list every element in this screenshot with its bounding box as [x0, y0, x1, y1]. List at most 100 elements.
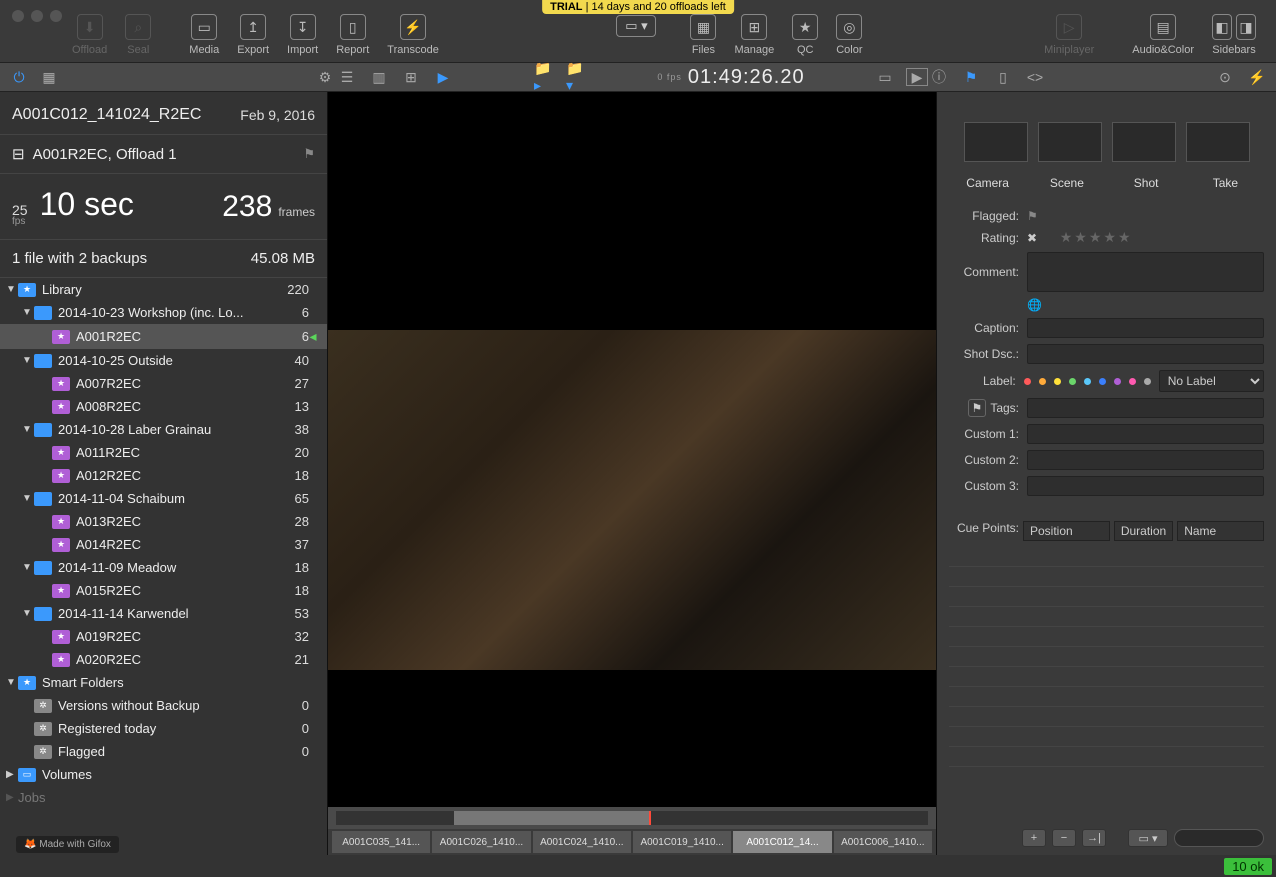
folder-row[interactable]: ▼2014-11-14 Karwendel53 — [0, 602, 327, 625]
label-color-dot[interactable] — [1024, 378, 1031, 385]
clip-thumbnail[interactable]: A001C035_141... — [332, 831, 430, 853]
clip-row[interactable]: ★A011R2EC20 — [0, 441, 327, 464]
clip-row[interactable]: ★A014R2EC37 — [0, 533, 327, 556]
caption-input[interactable] — [1027, 318, 1264, 338]
target-icon[interactable]: ⊙ — [1214, 68, 1236, 86]
custom2-input[interactable] — [1027, 450, 1264, 470]
cue-row[interactable] — [949, 627, 1264, 647]
clip-row[interactable]: ★A013R2EC28 — [0, 510, 327, 533]
clip-row[interactable]: ★A007R2EC27 — [0, 372, 327, 395]
gear-icon[interactable]: ⚙ — [314, 68, 336, 86]
goto-cue-button[interactable]: →| — [1082, 829, 1106, 847]
globe-icon[interactable]: 🌐 — [1027, 298, 1042, 312]
files-button[interactable]: ▦Files — [686, 14, 720, 56]
filmstrip-icon[interactable]: ▦ — [38, 68, 60, 86]
cue-row[interactable] — [949, 667, 1264, 687]
clip-row[interactable]: ★A008R2EC13 — [0, 395, 327, 418]
minimize-window[interactable] — [31, 10, 43, 22]
cue-row[interactable] — [949, 567, 1264, 587]
cue-row[interactable] — [949, 647, 1264, 667]
view-player-icon[interactable]: ▶ — [432, 68, 454, 86]
shot-thumb[interactable] — [1112, 122, 1176, 162]
label-color-dot[interactable] — [1084, 378, 1091, 385]
zoom-window[interactable] — [50, 10, 62, 22]
doc-icon[interactable]: ▯ — [992, 68, 1014, 86]
clip-thumbnail[interactable]: A001C024_1410... — [533, 831, 631, 853]
clip-thumbnail[interactable]: A001C012_14... — [733, 831, 831, 853]
miniplayer-button[interactable]: ▷Miniplayer — [1040, 14, 1098, 56]
cue-row[interactable] — [949, 727, 1264, 747]
label-color-dot[interactable] — [1129, 378, 1136, 385]
sidebars-button[interactable]: ◧◨ Sidebars — [1208, 14, 1260, 56]
cue-row[interactable] — [949, 707, 1264, 727]
cue-row[interactable] — [949, 747, 1264, 767]
fullscreen-icon[interactable]: ▶ — [906, 68, 928, 86]
comment-input[interactable] — [1027, 252, 1264, 292]
clip-row[interactable]: ★A019R2EC32 — [0, 625, 327, 648]
seal-button[interactable]: ⌕Seal — [121, 14, 155, 56]
flag-icon[interactable]: ⚑ — [303, 146, 315, 162]
jobs-root[interactable]: ▶ Jobs — [0, 786, 327, 809]
caption-icon[interactable]: ▭ — [874, 68, 896, 86]
view-list-icon[interactable]: ☰ — [336, 68, 358, 86]
view-grid-icon[interactable]: ⊞ — [400, 68, 422, 86]
remove-cue-button[interactable]: − — [1052, 829, 1076, 847]
video-viewer[interactable] — [328, 92, 936, 807]
timeline-track[interactable] — [336, 811, 928, 825]
bolt-icon[interactable]: ⚡ — [1246, 68, 1268, 86]
playhead[interactable] — [649, 811, 651, 825]
folder-row[interactable]: ▼2014-10-23 Workshop (inc. Lo...6 — [0, 301, 327, 324]
clip-row[interactable]: ★A001R2EC6◂ — [0, 324, 327, 349]
cue-row[interactable] — [949, 607, 1264, 627]
layout-selector[interactable]: ▭ ▾ — [616, 15, 656, 37]
shotdsc-input[interactable] — [1027, 344, 1264, 364]
label-color-dot[interactable] — [1114, 378, 1121, 385]
smart-folder-row[interactable]: ✲Flagged0 — [0, 740, 327, 763]
timeline[interactable] — [328, 807, 936, 829]
view-columns-icon[interactable]: ▥ — [368, 68, 390, 86]
clip-row[interactable]: ★A012R2EC18 — [0, 464, 327, 487]
offload-button[interactable]: ⬇Offload — [68, 14, 111, 56]
report-button[interactable]: ▯Report — [332, 14, 373, 56]
flag-tab-icon[interactable]: ⚑ — [960, 68, 982, 86]
tags-input[interactable] — [1027, 398, 1264, 418]
close-window[interactable] — [12, 10, 24, 22]
folder-row[interactable]: ▼2014-11-04 Schaibum65 — [0, 487, 327, 510]
metadata-search[interactable] — [1174, 829, 1264, 847]
folder-current-icon[interactable]: 📁 ▸ — [534, 68, 556, 86]
media-button[interactable]: ▭Media — [185, 14, 223, 56]
info-icon[interactable]: ⓘ — [928, 68, 950, 86]
qc-button[interactable]: ★QC — [788, 14, 822, 56]
label-color-dot[interactable] — [1144, 378, 1151, 385]
take-thumb[interactable] — [1186, 122, 1250, 162]
cue-row[interactable] — [949, 687, 1264, 707]
label-color-dot[interactable] — [1069, 378, 1076, 385]
tag-icon[interactable]: ⚑ — [968, 399, 987, 417]
clip-row[interactable]: ★A020R2EC21 — [0, 648, 327, 671]
import-button[interactable]: ↧Import — [283, 14, 322, 56]
status-ok-badge[interactable]: 10 ok — [1224, 858, 1272, 875]
label-color-dot[interactable] — [1054, 378, 1061, 385]
flagged-toggle[interactable]: ⚑ — [1027, 209, 1038, 223]
smart-folders-root[interactable]: ▼★ Smart Folders — [0, 671, 327, 694]
clip-row[interactable]: ★A015R2EC18 — [0, 579, 327, 602]
camera-lock-button[interactable]: ▭ ▾ — [1128, 829, 1168, 847]
label-color-dot[interactable] — [1099, 378, 1106, 385]
label-select[interactable]: No Label — [1159, 370, 1264, 392]
smart-folder-row[interactable]: ✲Versions without Backup0 — [0, 694, 327, 717]
cue-row[interactable] — [949, 547, 1264, 567]
transcode-button[interactable]: ⚡Transcode — [383, 14, 443, 56]
rating-clear[interactable]: ✖ — [1027, 231, 1037, 245]
add-cue-button[interactable]: + — [1022, 829, 1046, 847]
custom3-input[interactable] — [1027, 476, 1264, 496]
clip-thumbnail[interactable]: A001C019_1410... — [633, 831, 731, 853]
manage-button[interactable]: ⊞Manage — [730, 14, 778, 56]
export-button[interactable]: ↥Export — [233, 14, 273, 56]
folder-row[interactable]: ▼2014-10-28 Laber Grainau38 — [0, 418, 327, 441]
volumes-root[interactable]: ▶▭ Volumes — [0, 763, 327, 786]
power-icon[interactable]: ⏻ — [8, 68, 30, 86]
library-root[interactable]: ▼★ Library 220 — [0, 278, 327, 301]
label-color-dot[interactable] — [1039, 378, 1046, 385]
clip-thumbnail[interactable]: A001C006_1410... — [834, 831, 932, 853]
camera-thumb[interactable] — [964, 122, 1028, 162]
